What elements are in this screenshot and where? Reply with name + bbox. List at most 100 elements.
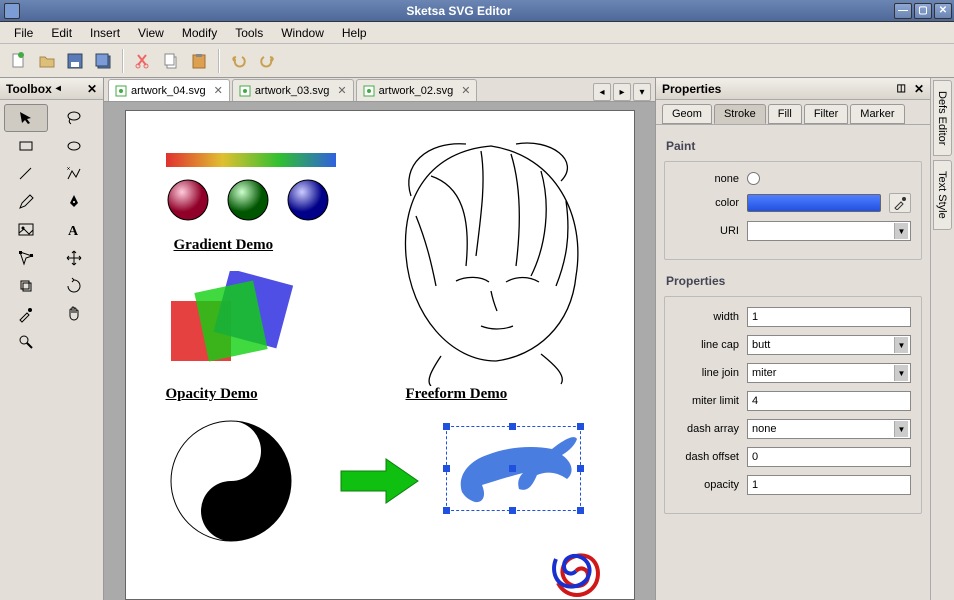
chevron-down-icon[interactable]: ▼	[894, 365, 908, 381]
open-file-button[interactable]	[34, 48, 60, 74]
tab-label: artwork_03.svg	[255, 85, 330, 97]
move-tool[interactable]	[52, 244, 96, 272]
opacity-demo	[161, 271, 321, 381]
document-tabstrip: artwork_04.svg ✕ artwork_03.svg ✕ artwor…	[104, 78, 655, 102]
polyline-tool[interactable]	[52, 160, 96, 188]
canvas[interactable]: Gradient Demo Opacity Demo	[125, 110, 635, 600]
gradient-demo-label: Gradient Demo	[174, 237, 274, 254]
paste-button[interactable]	[186, 48, 212, 74]
linecap-combo[interactable]: butt▼	[747, 335, 911, 355]
tab-artwork-03[interactable]: artwork_03.svg ✕	[232, 79, 354, 101]
chevron-down-icon[interactable]: ▼	[894, 223, 908, 239]
miterlimit-input[interactable]	[747, 391, 911, 411]
tab-artwork-02[interactable]: artwork_02.svg ✕	[356, 79, 478, 101]
properties-panel: Properties ◫ ✕ Geom Stroke Fill Filter M…	[655, 78, 930, 600]
save-button[interactable]	[62, 48, 88, 74]
menu-window[interactable]: Window	[273, 24, 332, 42]
paint-color-label: color	[675, 197, 739, 209]
zoom-tool[interactable]	[4, 328, 48, 356]
paint-section-title: Paint	[666, 139, 922, 153]
properties-tab-marker[interactable]: Marker	[850, 104, 904, 124]
linejoin-combo[interactable]: miter▼	[747, 363, 911, 383]
eyedropper-button[interactable]	[889, 193, 911, 213]
close-window-button[interactable]: ✕	[934, 3, 952, 19]
tab-close-button[interactable]: ✕	[461, 84, 470, 97]
properties-tab-fill[interactable]: Fill	[768, 104, 802, 124]
menu-tools[interactable]: Tools	[227, 24, 271, 42]
save-all-button[interactable]	[90, 48, 116, 74]
minimize-button[interactable]: —	[894, 3, 912, 19]
spiral-shape	[546, 541, 606, 600]
transform-tool[interactable]	[4, 272, 48, 300]
tab-menu-button[interactable]: ▾	[633, 83, 651, 101]
tab-close-button[interactable]: ✕	[214, 84, 223, 97]
toolbox-title: Toolbox	[6, 82, 52, 96]
new-file-button[interactable]	[6, 48, 32, 74]
props-section-title: Properties	[666, 274, 922, 288]
maximize-button[interactable]: ▢	[914, 3, 932, 19]
main-toolbar	[0, 44, 954, 78]
selection-box[interactable]	[446, 426, 581, 511]
eyedropper-tool[interactable]	[4, 300, 48, 328]
tab-label: artwork_02.svg	[379, 85, 454, 97]
menu-insert[interactable]: Insert	[82, 24, 128, 42]
hand-tool[interactable]	[52, 300, 96, 328]
close-panel-button[interactable]: ✕	[87, 82, 97, 96]
dasharray-combo[interactable]: none▼	[747, 419, 911, 439]
paint-none-radio[interactable]	[747, 172, 760, 185]
tab-close-button[interactable]: ✕	[337, 84, 346, 97]
redo-button[interactable]	[254, 48, 280, 74]
properties-tab-stroke[interactable]: Stroke	[714, 104, 766, 124]
menu-view[interactable]: View	[130, 24, 172, 42]
properties-header: Properties ◫ ✕	[656, 78, 930, 100]
toolbox-header: Toolbox ◂ ✕	[0, 78, 103, 100]
svg-text:A: A	[68, 224, 79, 239]
opacity-demo-label: Opacity Demo	[166, 386, 258, 403]
rectangle-tool[interactable]	[4, 132, 48, 160]
paint-color-swatch[interactable]	[747, 194, 881, 212]
menu-file[interactable]: File	[6, 24, 41, 42]
chevron-down-icon[interactable]: ▼	[894, 421, 908, 437]
rotate-tool[interactable]	[52, 272, 96, 300]
menu-modify[interactable]: Modify	[174, 24, 225, 42]
text-style-tab[interactable]: Text Style	[933, 160, 952, 230]
pen-tool[interactable]	[52, 188, 96, 216]
gradient-spheres	[164, 176, 344, 224]
cut-button[interactable]	[130, 48, 156, 74]
freeform-demo-label: Freeform Demo	[406, 386, 508, 403]
collapse-icon[interactable]: ◂	[56, 83, 61, 94]
node-edit-tool[interactable]	[4, 244, 48, 272]
menu-edit[interactable]: Edit	[43, 24, 80, 42]
defs-editor-tab[interactable]: Defs Editor	[933, 80, 952, 156]
tab-scroll-left-button[interactable]: ◂	[593, 83, 611, 101]
window-titlebar: Sketsa SVG Editor — ▢ ✕	[0, 0, 954, 22]
opacity-input[interactable]	[747, 475, 911, 495]
properties-collapse-icon[interactable]: ◫	[896, 83, 905, 94]
svg-file-icon	[115, 85, 127, 97]
dashoffset-input[interactable]	[747, 447, 911, 467]
properties-title: Properties	[662, 82, 721, 96]
close-properties-button[interactable]: ✕	[914, 82, 924, 96]
properties-tab-geom[interactable]: Geom	[662, 104, 712, 124]
ellipse-tool[interactable]	[52, 132, 96, 160]
select-tool[interactable]	[4, 104, 48, 132]
linejoin-label: line join	[675, 367, 739, 379]
opacity-label: opacity	[675, 479, 739, 491]
copy-button[interactable]	[158, 48, 184, 74]
undo-button[interactable]	[226, 48, 252, 74]
pencil-tool[interactable]	[4, 188, 48, 216]
line-tool[interactable]	[4, 160, 48, 188]
paint-uri-combo[interactable]: ▼	[747, 221, 911, 241]
properties-tab-filter[interactable]: Filter	[804, 104, 848, 124]
svg-file-icon	[239, 85, 251, 97]
dashoffset-label: dash offset	[675, 451, 739, 463]
menu-help[interactable]: Help	[334, 24, 375, 42]
tab-scroll-right-button[interactable]: ▸	[613, 83, 631, 101]
lasso-tool[interactable]	[52, 104, 96, 132]
text-tool[interactable]: A	[52, 216, 96, 244]
paint-uri-label: URI	[675, 225, 739, 237]
width-input[interactable]	[747, 307, 911, 327]
tab-artwork-04[interactable]: artwork_04.svg ✕	[108, 79, 230, 101]
image-tool[interactable]	[4, 216, 48, 244]
chevron-down-icon[interactable]: ▼	[894, 337, 908, 353]
